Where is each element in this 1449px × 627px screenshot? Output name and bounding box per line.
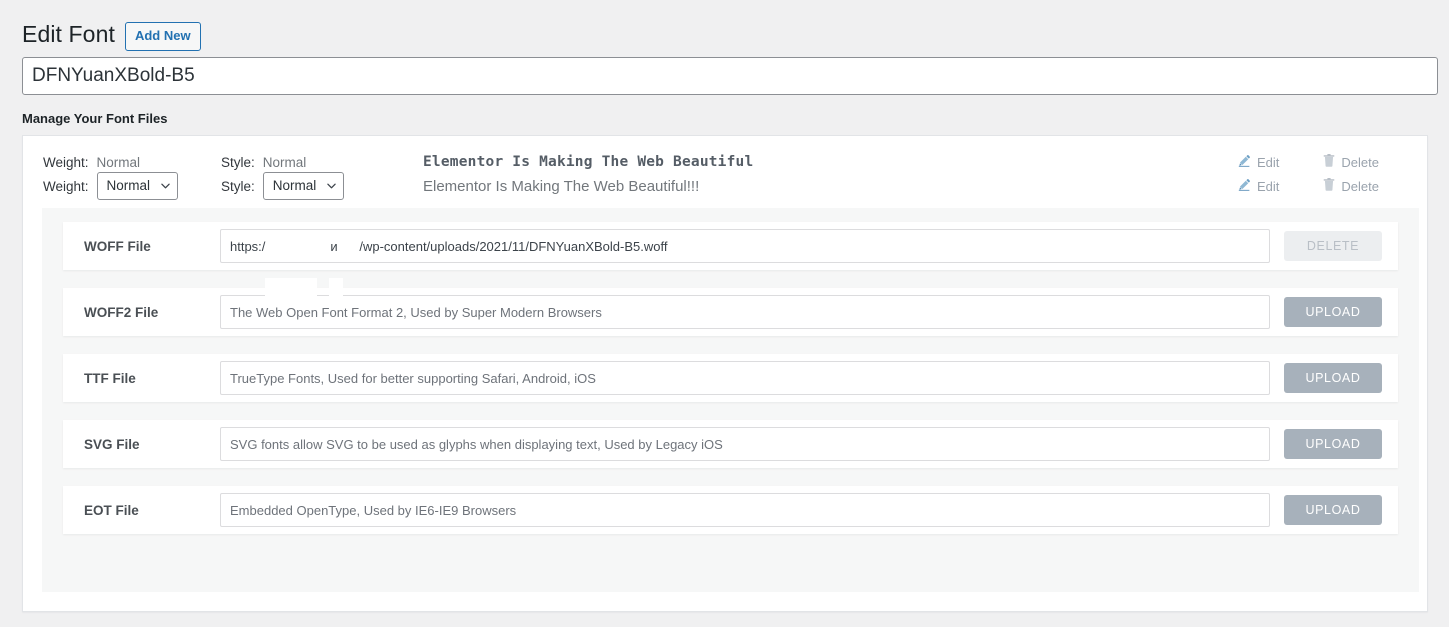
file-url-input[interactable]	[220, 229, 1270, 263]
edit-button[interactable]: Edit	[1238, 154, 1279, 170]
font-files-panel: WOFF File DELETE WOFF2 File UPLOAD TTF F…	[42, 208, 1419, 592]
weight-value: Normal	[96, 154, 141, 170]
variation-actions-row2: Edit Delete	[1238, 178, 1411, 194]
preview-default-font-wrap: Elementor Is Making The Web Beautiful!!!	[401, 178, 1238, 195]
preview-custom-font-wrap: Elementor Is Making The Web Beautiful	[401, 154, 1238, 170]
pencil-icon	[1238, 178, 1251, 194]
edit-button-label: Edit	[1257, 178, 1280, 194]
file-row-label: SVG File	[84, 436, 140, 452]
preview-custom-font-text: Elementor Is Making The Web Beautiful	[423, 154, 754, 170]
style-select[interactable]: Normal	[262, 172, 344, 200]
page-title: Edit Font	[22, 21, 115, 48]
file-upload-button[interactable]: UPLOAD	[1284, 495, 1382, 525]
file-row: EOT File UPLOAD	[63, 486, 1398, 534]
file-upload-button[interactable]: UPLOAD	[1284, 363, 1382, 393]
file-url-input[interactable]	[220, 295, 1270, 329]
trash-icon	[1323, 154, 1335, 170]
file-upload-button[interactable]: UPLOAD	[1284, 429, 1382, 459]
file-row: WOFF File DELETE	[63, 222, 1398, 270]
file-row-label: WOFF2 File	[84, 304, 159, 320]
font-name-field-wrap	[0, 52, 1449, 95]
file-row-label: WOFF File	[84, 238, 151, 254]
weight-select-wrap: Normal	[89, 172, 178, 200]
variation-row-controls: Weight: Normal Style: Normal Elementor I…	[43, 172, 1411, 200]
font-variation-card: Weight: Normal Style: Normal Elementor I…	[22, 135, 1428, 612]
font-name-input[interactable]	[22, 57, 1438, 95]
file-row: SVG File UPLOAD	[63, 420, 1398, 468]
style-value: Normal	[262, 154, 307, 170]
add-new-button[interactable]: Add New	[124, 22, 201, 51]
page-header: Edit Font Add New	[0, 0, 1449, 52]
weight-select[interactable]: Normal	[96, 172, 178, 200]
style-select-wrap: Normal	[255, 172, 344, 200]
file-row-label: EOT File	[84, 502, 139, 518]
file-delete-button[interactable]: DELETE	[1284, 231, 1382, 261]
edit-button[interactable]: Edit	[1238, 178, 1279, 194]
weight-static-group: Weight: Normal	[43, 155, 221, 170]
file-row: TTF File UPLOAD	[63, 354, 1398, 402]
edit-button-label: Edit	[1257, 154, 1280, 170]
variation-header: Weight: Normal Style: Normal Elementor I…	[23, 136, 1427, 208]
preview-default-font-text: Elementor Is Making The Web Beautiful!!!	[423, 177, 700, 195]
variation-actions-row1: Edit Delete	[1238, 154, 1411, 170]
style-static-group: Style: Normal	[221, 155, 401, 170]
manage-files-heading: Manage Your Font Files	[22, 111, 168, 126]
weight-label: Weight:	[43, 154, 89, 170]
pencil-icon	[1238, 154, 1251, 170]
delete-button-label: Delete	[1341, 154, 1379, 170]
file-url-input[interactable]	[220, 493, 1270, 527]
file-url-input[interactable]	[220, 361, 1270, 395]
delete-button[interactable]: Delete	[1323, 154, 1379, 170]
file-url-input[interactable]	[220, 427, 1270, 461]
trash-icon	[1323, 178, 1335, 194]
delete-button[interactable]: Delete	[1323, 178, 1379, 194]
style-label: Style:	[221, 154, 255, 170]
weight-select-label: Weight:	[43, 178, 89, 194]
file-row-label: TTF File	[84, 370, 136, 386]
file-upload-button[interactable]: UPLOAD	[1284, 297, 1382, 327]
delete-button-label: Delete	[1341, 178, 1379, 194]
style-select-label: Style:	[221, 178, 255, 194]
style-select-group: Style: Normal	[221, 172, 401, 200]
file-row: WOFF2 File UPLOAD	[63, 288, 1398, 336]
weight-select-group: Weight: Normal	[43, 172, 221, 200]
